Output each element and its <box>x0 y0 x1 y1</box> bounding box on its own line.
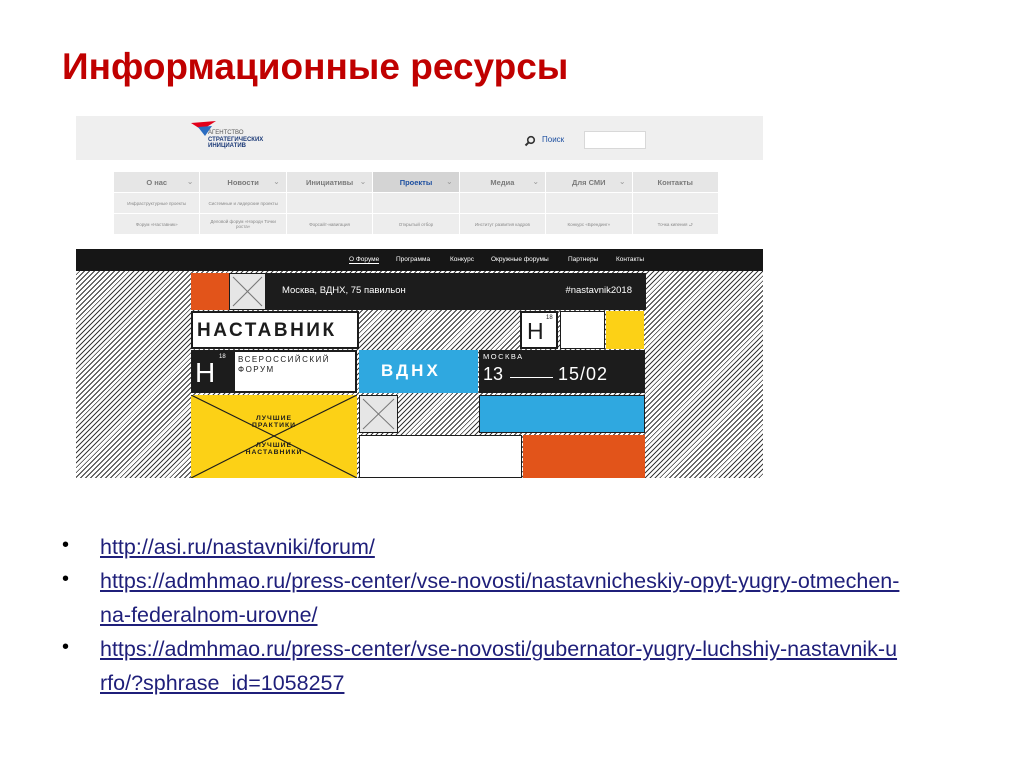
venue-block: ВДНХ <box>359 350 478 393</box>
cross-mark-icon-2 <box>362 398 395 430</box>
forum-logo-superscript: 18 <box>219 354 226 360</box>
submenu-item[interactable]: Точка кипения ⮐ <box>632 214 718 234</box>
orange-square <box>191 273 229 310</box>
submenu-item[interactable]: Конкурс «Брендинг» <box>546 214 632 234</box>
menu-item-3[interactable]: Инициативы ⌄ <box>286 172 373 192</box>
submenu-item[interactable]: Системные и лидерские проекты <box>200 193 286 213</box>
forum-name: НАСТАВНИК <box>197 320 337 341</box>
forum-nav-contacts[interactable]: Контакты <box>616 256 644 263</box>
forum-hashtag: #nastavnik2018 <box>565 285 632 296</box>
slide-title: Информационные ресурсы <box>62 46 569 87</box>
chevron-down-icon: ⌄ <box>618 177 626 186</box>
menu-item-6[interactable]: Для СМИ ⌄ <box>546 172 632 192</box>
menu-item-7[interactable]: Контакты <box>632 172 718 192</box>
menu-item-5[interactable]: Медиа ⌄ <box>459 172 546 192</box>
submenu-item <box>632 193 718 213</box>
yellow-square <box>606 311 644 349</box>
menu-item-4[interactable]: Проекты ⌄ <box>373 172 459 192</box>
forum-logo-letter: Н <box>195 357 216 388</box>
forum-subtitle-line1: ВСЕРОССИЙСКИЙ <box>238 355 331 364</box>
search-label[interactable]: Поиск <box>542 135 564 144</box>
submenu-item <box>459 193 546 213</box>
forum-date-start: 13 <box>483 364 504 384</box>
asi-logo-text: АГЕНТСТВО СТРАТЕГИЧЕСКИХ ИНИЦИАТИВ <box>208 130 264 149</box>
submenu-item <box>286 193 373 213</box>
bullet-3: • <box>62 636 70 658</box>
chevron-down-icon: ⌄ <box>532 177 540 186</box>
forum-subtitle-box: ВСЕРОССИЙСКИЙ ФОРУМ <box>235 352 355 391</box>
forum-banner: О Форуме Программа Конкурс Окружные фору… <box>76 249 763 478</box>
chevron-down-icon: ⌄ <box>186 177 194 186</box>
forum-nav-about[interactable]: О Форуме <box>349 256 380 264</box>
menu-item-label: Инициативы <box>305 177 354 187</box>
white-rect <box>359 435 522 478</box>
cross-square-2 <box>359 395 398 433</box>
menu-item-label: О нас <box>146 177 168 187</box>
orange-rect <box>523 435 645 478</box>
logo-superscript: 18 <box>546 315 553 321</box>
chevron-down-icon: ⌄ <box>445 177 453 186</box>
blue-rect <box>479 395 645 433</box>
menu-item-label: Проекты <box>399 177 433 187</box>
link-asi-forum[interactable]: http://asi.ru/nastavniki/forum/ <box>100 530 900 564</box>
date-block: МОСКВА 13 15/02 <box>479 350 645 393</box>
menu-item-2[interactable]: Новости ⌄ <box>200 172 286 192</box>
submenu-item[interactable]: Форсайт-навигация <box>286 214 373 234</box>
bullet-1: • <box>62 534 70 556</box>
submenu-item <box>373 193 459 213</box>
location-bar: Москва, ВДНХ, 75 павильон #nastavnik2018 <box>266 273 646 310</box>
forum-name-box: НАСТАВНИК <box>191 311 359 349</box>
submenu-item[interactable]: Деловой форум «Həродн Точки роста» <box>200 214 286 234</box>
white-square <box>560 311 605 349</box>
forum-nav: О Форуме Программа Конкурс Окружные фору… <box>76 249 763 271</box>
site-header: АГЕНТСТВО СТРАТЕГИЧЕСКИХ ИНИЦИАТИВ Поиск <box>76 116 763 160</box>
forum-venue: ВДНХ <box>381 361 441 380</box>
chevron-down-icon: ⌄ <box>359 177 367 186</box>
cross-mark-icon <box>232 276 263 307</box>
asi-website-screenshot: АГЕНТСТВО СТРАТЕГИЧЕСКИХ ИНИЦИАТИВ Поиск… <box>76 116 763 478</box>
search-icon[interactable] <box>524 135 536 147</box>
submenu-item[interactable]: Инфраструктурные проекты <box>114 193 200 213</box>
submenu-item[interactable]: Форум «Наставник» <box>114 214 200 234</box>
site-main-menu: О нас ⌄ Новости ⌄ Инициативы ⌄ Проекты ⌄ Медиа ⌄ Д… <box>114 172 718 235</box>
forum-nav-program[interactable]: Программа <box>396 256 430 263</box>
chevron-down-icon: ⌄ <box>273 177 280 186</box>
forum-subtitle-line2: ФОРУМ <box>238 365 275 374</box>
forum-location: Москва, ВДНХ, 75 павильон <box>282 285 406 296</box>
menu-item-label: Медиа <box>490 177 515 187</box>
link-admhmao-governor[interactable]: https://admhmao.ru/press-center/vse-novo… <box>100 632 900 700</box>
logo-letter: Н <box>527 318 544 344</box>
submenu-item[interactable]: Открытый отбор <box>373 214 459 234</box>
forum-logo-block: Н 18 ВСЕРОССИЙСКИЙ ФОРУМ <box>191 350 357 393</box>
forum-nav-regional[interactable]: Окружные форумы <box>491 256 549 263</box>
logo-square: Н 18 <box>520 311 558 349</box>
forum-nav-contest[interactable]: Конкурс <box>450 256 474 263</box>
menu-item-label: Для СМИ <box>572 177 606 187</box>
submenu-item[interactable]: Институт развития кадров <box>459 214 546 234</box>
cross-square <box>229 273 266 310</box>
search-input[interactable] <box>584 131 646 149</box>
best-practices-label: ЛУЧШИЕ ПРАКТИКИ <box>251 415 297 429</box>
best-mentors-label: ЛУЧШИЕ НАСТАВНИКИ <box>245 442 303 456</box>
bullet-2: • <box>62 568 70 590</box>
menu-item-1[interactable]: О нас ⌄ <box>114 172 200 192</box>
submenu-item <box>546 193 632 213</box>
link-admhmao-experience[interactable]: https://admhmao.ru/press-center/vse-novo… <box>100 564 900 632</box>
forum-date-end: 15/02 <box>558 364 609 384</box>
forum-city: МОСКВА <box>483 352 524 361</box>
date-dash <box>510 377 553 378</box>
menu-item-label: Контакты <box>657 177 693 187</box>
forum-nav-partners[interactable]: Партнеры <box>568 256 598 263</box>
practices-block: ЛУЧШИЕ ПРАКТИКИ ЛУЧШИЕ НАСТАВНИКИ <box>191 395 357 478</box>
menu-item-label: Новости <box>227 177 259 187</box>
